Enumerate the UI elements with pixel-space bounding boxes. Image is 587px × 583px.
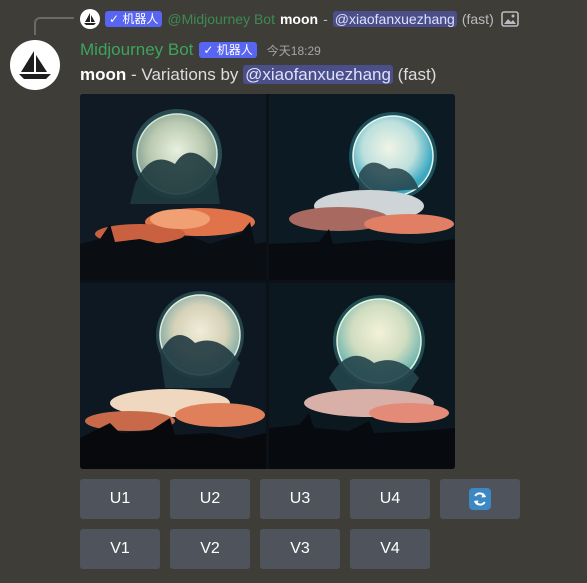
upscale-button-row: U1 U2 U3 U4: [80, 479, 520, 519]
reply-speed: (fast): [461, 11, 494, 27]
bot-badge: ✓ 机器人: [105, 11, 163, 27]
image-tile-3: [80, 283, 266, 469]
reply-dash: -: [323, 11, 328, 27]
speed-text: (fast): [392, 65, 437, 84]
sailboat-icon: [84, 13, 96, 25]
message-content: moon - Variations by @xiaofanxuezhang (f…: [80, 65, 436, 85]
user-mention[interactable]: @xiaofanxuezhang: [243, 65, 393, 84]
bot-mini-avatar[interactable]: [80, 9, 100, 29]
variation-1-button[interactable]: V1: [80, 529, 160, 569]
variation-4-button[interactable]: V4: [350, 529, 430, 569]
refresh-icon: [469, 488, 491, 510]
reply-connector: [34, 17, 74, 35]
upscale-2-button[interactable]: U2: [170, 479, 250, 519]
variations-text: - Variations by: [126, 65, 244, 84]
bot-avatar[interactable]: [10, 40, 60, 90]
upscale-1-button[interactable]: U1: [80, 479, 160, 519]
bot-badge: ✓ 机器人: [199, 42, 257, 58]
reply-preview[interactable]: ✓ 机器人 @Midjourney Bot moon - @xiaofanxue…: [80, 7, 519, 31]
variation-3-button[interactable]: V3: [260, 529, 340, 569]
timestamp[interactable]: 今天18:29: [267, 42, 321, 59]
image-icon: [500, 11, 519, 27]
reply-prompt: moon: [279, 11, 319, 27]
variation-2-button[interactable]: V2: [170, 529, 250, 569]
upscale-4-button[interactable]: U4: [350, 479, 430, 519]
image-tile-1: [80, 94, 266, 280]
image-tile-4: [269, 283, 455, 469]
username[interactable]: Midjourney Bot: [80, 40, 193, 60]
reply-author[interactable]: @Midjourney Bot: [167, 11, 275, 27]
reroll-button[interactable]: [440, 479, 520, 519]
image-tile-2: [269, 94, 455, 280]
image-attachment[interactable]: [80, 94, 455, 469]
upscale-3-button[interactable]: U3: [260, 479, 340, 519]
variation-button-row: V1 V2 V3 V4: [80, 529, 430, 569]
prompt-text: moon: [80, 65, 127, 84]
sailboat-icon: [19, 51, 51, 79]
message-header: Midjourney Bot ✓ 机器人 今天18:29: [80, 38, 321, 62]
reply-user-mention[interactable]: @xiaofanxuezhang: [332, 11, 457, 27]
